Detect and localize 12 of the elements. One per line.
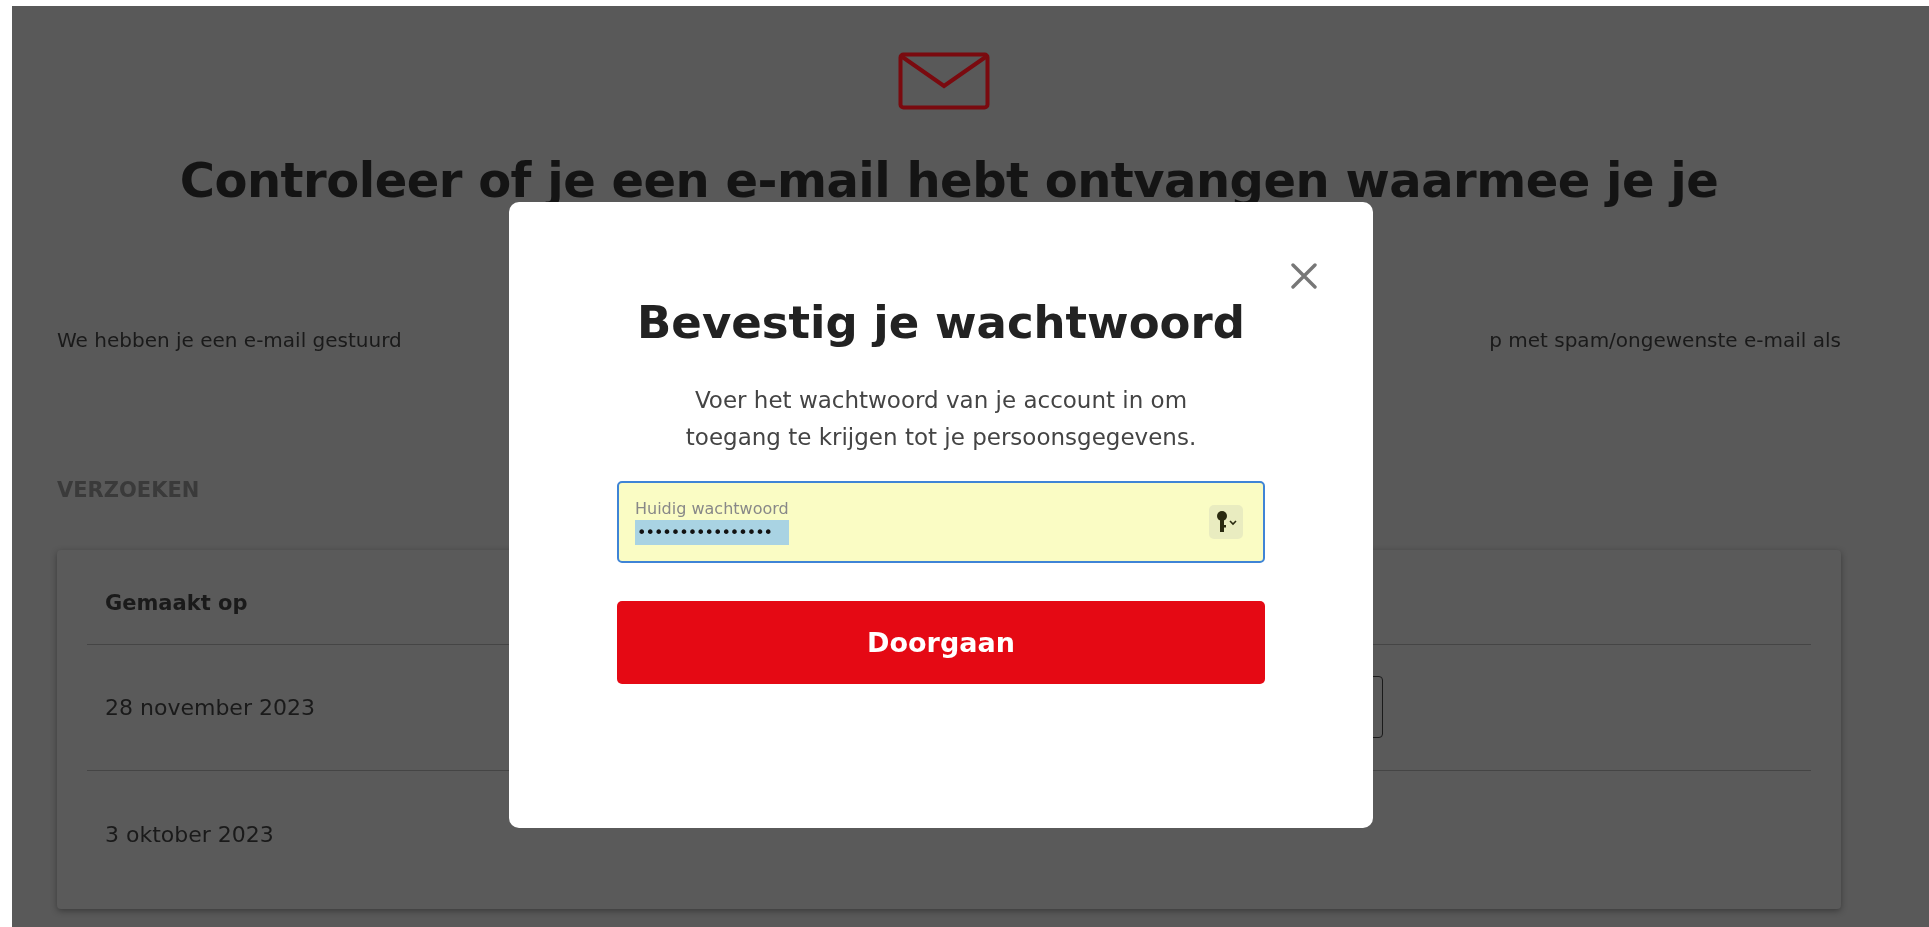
column-header: Gemaakt op: [105, 590, 248, 615]
intro-text: p met spam/ongewenste e-mail als: [1489, 327, 1841, 352]
continue-button[interactable]: Doorgaan: [617, 601, 1265, 685]
key-icon[interactable]: [1209, 505, 1243, 540]
envelope-icon: [898, 52, 990, 110]
password-field[interactable]: Huidig wachtwoord ••••••••••••••••: [617, 481, 1265, 564]
table-cell: 3 oktober 2023: [105, 822, 274, 848]
dialog-message: Voer het wachtwoord van je account in om toegang te krijgen tot je persoonsgegevens.: [684, 385, 1198, 453]
table-cell: 28 november 2023: [105, 694, 315, 720]
intro-text: We hebben je een e-mail gestuurd: [57, 327, 402, 352]
dialog-title: Bevestig je wachtwoord: [637, 298, 1245, 348]
close-icon[interactable]: [1291, 263, 1317, 289]
